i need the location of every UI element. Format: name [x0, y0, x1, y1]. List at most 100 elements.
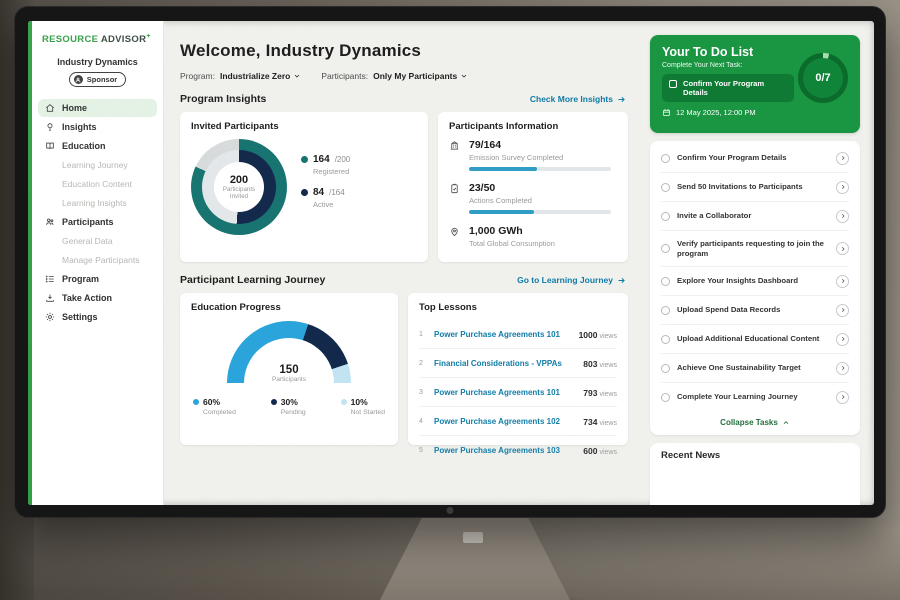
- lesson-title-link[interactable]: Power Purchase Agreements 102: [434, 417, 576, 426]
- task-row-verify-participants[interactable]: Verify participants requesting to join t…: [661, 231, 849, 267]
- chevron-right-icon[interactable]: [836, 242, 849, 255]
- info-card-title: Participants Information: [449, 121, 617, 132]
- sidebar-item-program[interactable]: Program: [38, 270, 157, 288]
- chevron-right-icon[interactable]: [836, 152, 849, 165]
- collapse-tasks-button[interactable]: Collapse Tasks: [661, 411, 849, 435]
- nav-label: Insights: [62, 122, 97, 132]
- task-checkbox[interactable]: [661, 183, 670, 192]
- sidebar-nav: Home Insights Education Learning Journey: [32, 99, 163, 326]
- program-filter: Program: Industrialize Zero: [180, 71, 301, 81]
- emission-survey-label: Emission Survey Completed: [469, 153, 611, 162]
- chevron-up-icon: [782, 419, 790, 427]
- lesson-title-link[interactable]: Financial Considerations - VPPAs: [434, 359, 576, 368]
- donut-center-value: 200: [230, 174, 248, 186]
- task-row-send-invitations[interactable]: Send 50 Invitations to Participants: [661, 173, 849, 202]
- chevron-right-icon[interactable]: [836, 275, 849, 288]
- download-icon: [44, 293, 55, 303]
- nav-label: General Data: [62, 236, 113, 246]
- sidebar-item-education-content[interactable]: Education Content: [38, 175, 157, 193]
- donut-center-label: Participants Invited: [218, 186, 260, 201]
- sidebar-item-insights[interactable]: Insights: [38, 118, 157, 136]
- chevron-right-icon[interactable]: [836, 391, 849, 404]
- next-task-label: Confirm Your Program Details: [683, 79, 787, 97]
- nav-label: Settings: [62, 312, 98, 322]
- sidebar-item-learning-insights[interactable]: Learning Insights: [38, 194, 157, 212]
- lesson-title-link[interactable]: Power Purchase Agreements 101: [434, 330, 572, 339]
- donut-center: 200 Participants Invited: [214, 162, 264, 212]
- lesson-row: 4 Power Purchase Agreements 102 734views: [419, 407, 617, 436]
- collapse-label: Collapse Tasks: [720, 418, 778, 427]
- sidebar-item-settings[interactable]: Settings: [38, 308, 157, 326]
- task-checkbox[interactable]: [661, 393, 670, 402]
- task-checkbox[interactable]: [661, 244, 670, 253]
- program-filter-label: Program:: [180, 71, 215, 81]
- chevron-right-icon[interactable]: [836, 362, 849, 375]
- task-checkbox[interactable]: [661, 212, 670, 221]
- active-dot: [301, 189, 308, 196]
- location-pin-icon: [449, 225, 461, 248]
- participants-filter-value: Only My Participants: [373, 71, 457, 81]
- invited-participants-card: Invited Participants 200 Participants In…: [180, 112, 428, 262]
- go-to-learning-journey-link[interactable]: Go to Learning Journey: [517, 275, 626, 285]
- recent-news-title: Recent News: [661, 450, 720, 461]
- nav-label: Education: [62, 141, 106, 151]
- task-row-explore-insights[interactable]: Explore Your Insights Dashboard: [661, 267, 849, 296]
- task-checkbox[interactable]: [661, 364, 670, 373]
- program-filter-dropdown[interactable]: Industrialize Zero: [220, 71, 301, 81]
- task-label: Explore Your Insights Dashboard: [677, 276, 829, 286]
- task-checkbox[interactable]: [661, 306, 670, 315]
- sidebar-item-participants[interactable]: Participants: [38, 213, 157, 231]
- chevron-right-icon[interactable]: [836, 304, 849, 317]
- arrow-right-icon: [617, 95, 626, 104]
- sponsor-badge-label: Sponsor: [87, 75, 117, 84]
- chevron-right-icon[interactable]: [836, 333, 849, 346]
- next-task[interactable]: Confirm Your Program Details: [662, 74, 794, 102]
- nav-label: Education Content: [62, 179, 132, 189]
- check-more-insights-link[interactable]: Check More Insights: [530, 94, 626, 104]
- nav-label: Take Action: [62, 293, 112, 303]
- task-row-confirm-program[interactable]: Confirm Your Program Details: [661, 144, 849, 173]
- task-label: Confirm Your Program Details: [677, 153, 829, 163]
- emission-survey-value: 79/164: [469, 139, 611, 151]
- not-started-value: 10%: [351, 397, 368, 407]
- invited-legend: 164/200 Registered 84/164 Active: [301, 154, 350, 220]
- nav-label: Participants: [62, 217, 114, 227]
- lessons-card-title: Top Lessons: [419, 302, 617, 313]
- task-row-upload-spend-data[interactable]: Upload Spend Data Records: [661, 296, 849, 325]
- chevron-down-icon: [293, 72, 301, 80]
- task-checkbox[interactable]: [661, 277, 670, 286]
- link-label: Check More Insights: [530, 94, 613, 104]
- list-icon: [44, 274, 55, 284]
- lesson-title-link[interactable]: Power Purchase Agreements 101: [434, 388, 576, 397]
- task-row-invite-collaborator[interactable]: Invite a Collaborator: [661, 202, 849, 231]
- lesson-rank: 5: [419, 447, 427, 454]
- task-row-achieve-target[interactable]: Achieve One Sustainability Target: [661, 354, 849, 383]
- nav-label: Manage Participants: [62, 255, 140, 265]
- sidebar-item-home[interactable]: Home: [38, 99, 157, 117]
- next-task-due: 12 May 2025, 12:00 PM: [662, 108, 848, 117]
- nav-label: Home: [62, 103, 87, 113]
- not-started-label: Not Started: [351, 409, 385, 416]
- next-task-checkbox[interactable]: [669, 80, 677, 88]
- chevron-right-icon[interactable]: [836, 210, 849, 223]
- logo-primary: RESOURCE: [42, 34, 98, 45]
- sidebar-item-take-action[interactable]: Take Action: [38, 289, 157, 307]
- task-label: Upload Spend Data Records: [677, 305, 829, 315]
- logo-plus: +: [146, 33, 150, 40]
- task-checkbox[interactable]: [661, 335, 670, 344]
- nav-label: Learning Insights: [62, 198, 127, 208]
- chevron-right-icon[interactable]: [836, 181, 849, 194]
- task-row-upload-educational-content[interactable]: Upload Additional Educational Content: [661, 325, 849, 354]
- registered-label: Registered: [313, 167, 350, 176]
- sidebar-item-manage-participants[interactable]: Manage Participants: [38, 251, 157, 269]
- task-checkbox[interactable]: [661, 154, 670, 163]
- task-row-complete-learning-journey[interactable]: Complete Your Learning Journey: [661, 383, 849, 411]
- lesson-row: 5 Power Purchase Agreements 103 600views: [419, 436, 617, 464]
- sidebar-item-general-data[interactable]: General Data: [38, 232, 157, 250]
- sidebar-item-learning-journey[interactable]: Learning Journey: [38, 156, 157, 174]
- sidebar-item-education[interactable]: Education: [38, 137, 157, 155]
- lesson-title-link[interactable]: Power Purchase Agreements 103: [434, 446, 576, 455]
- task-list-card: Confirm Your Program Details Send 50 Inv…: [650, 141, 860, 435]
- participants-filter-dropdown[interactable]: Only My Participants: [373, 71, 468, 81]
- program-insights-header: Program Insights Check More Insights: [180, 93, 626, 105]
